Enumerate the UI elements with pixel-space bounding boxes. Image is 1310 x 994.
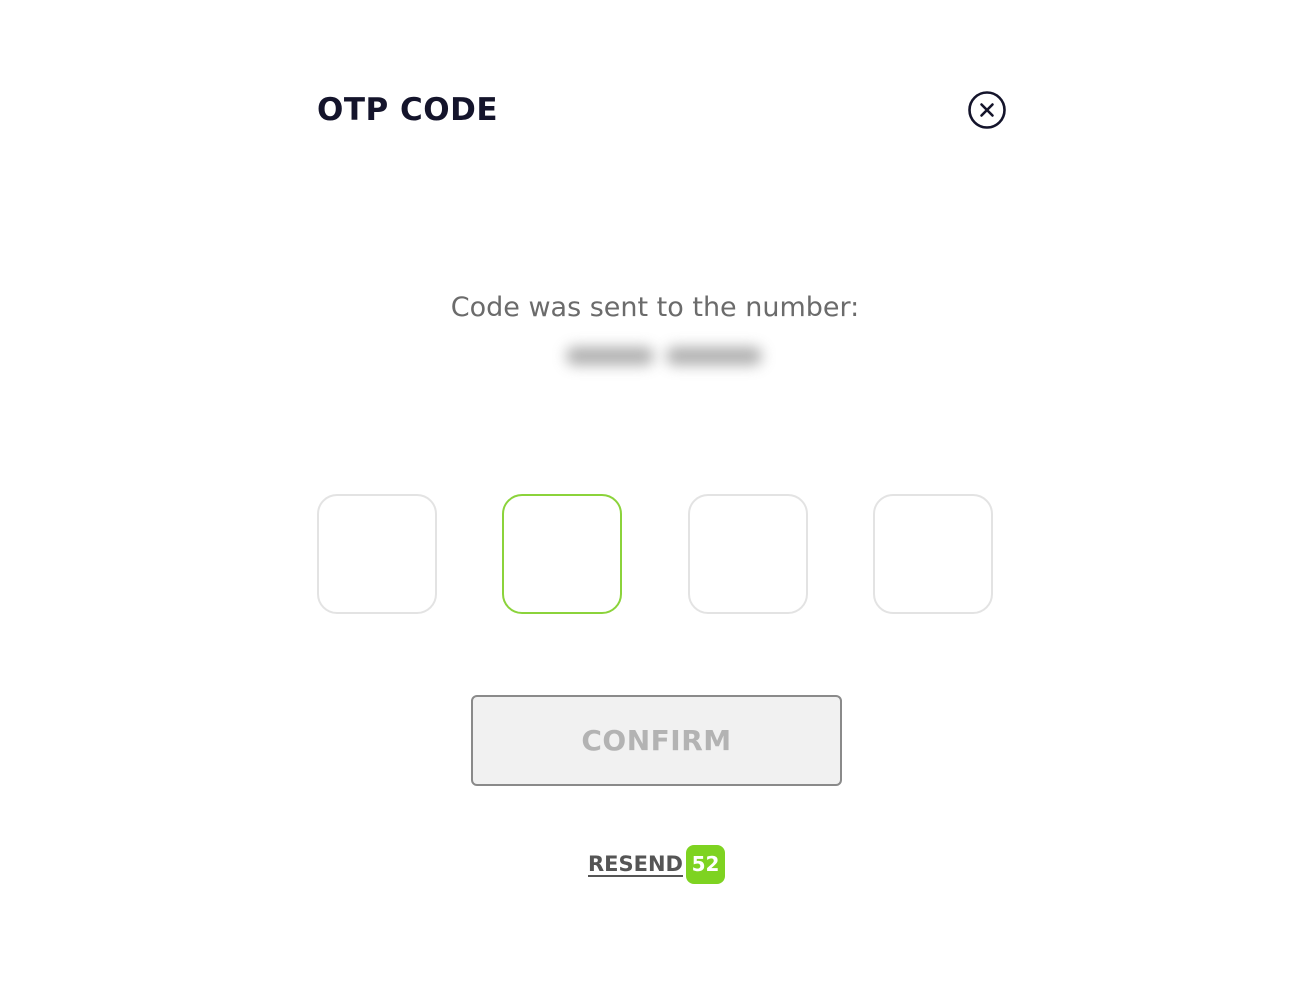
code-sent-text: Code was sent to the number: xyxy=(450,292,860,323)
close-icon xyxy=(968,91,1006,129)
otp-digit-2[interactable] xyxy=(502,494,622,614)
phone-number-blurred xyxy=(562,340,770,372)
otp-digit-1[interactable] xyxy=(317,494,437,614)
confirm-button[interactable]: CONFIRM xyxy=(471,695,842,786)
resend-link[interactable]: RESEND xyxy=(588,850,683,878)
modal-title: OTP CODE xyxy=(317,92,499,128)
otp-digit-4[interactable] xyxy=(873,494,993,614)
close-button[interactable] xyxy=(967,90,1007,130)
resend-timer-badge: 52 xyxy=(686,845,725,884)
otp-digit-3[interactable] xyxy=(688,494,808,614)
otp-modal: OTP CODE Code was sent to the number: CO… xyxy=(0,0,1310,994)
